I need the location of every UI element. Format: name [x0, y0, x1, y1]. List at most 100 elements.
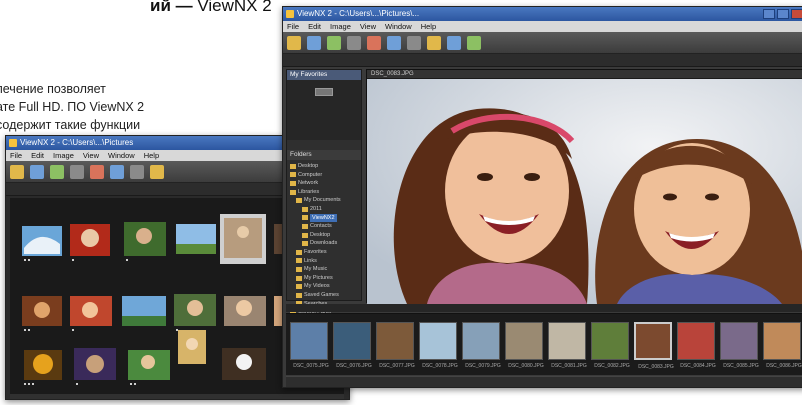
grid-thumb[interactable] — [124, 222, 166, 256]
status-bar — [10, 394, 344, 399]
filmstrip-thumb[interactable]: DSC_0078.JPG — [419, 322, 458, 369]
folder-tree-item[interactable]: Desktop — [290, 231, 361, 240]
folder-tree-item[interactable]: ViewNX2 — [290, 213, 361, 223]
close-button[interactable] — [791, 9, 802, 19]
image-viewer-window: ViewNX 2 - C:\Users\...\Pictures\... Fil… — [282, 6, 802, 388]
folder-tree-item[interactable]: 2011 — [290, 205, 361, 214]
grid-thumb[interactable] — [24, 350, 62, 380]
grid-thumb[interactable] — [122, 296, 166, 326]
menu-image[interactable]: Image — [330, 21, 351, 32]
folder-tree-item[interactable]: My Videos — [290, 282, 361, 291]
menu-file[interactable]: File — [10, 150, 22, 161]
grid-thumb[interactable] — [22, 296, 62, 326]
grid-thumb[interactable] — [174, 294, 216, 326]
folder-tree-item[interactable]: Favorites — [290, 248, 361, 257]
filmstrip-thumb[interactable]: DSC_0082.JPG — [591, 322, 630, 369]
camera-icon[interactable] — [307, 35, 321, 50]
view-tabs[interactable] — [283, 54, 802, 67]
print-icon[interactable] — [90, 164, 104, 179]
folder-tree-item[interactable]: My Documents — [290, 196, 361, 205]
folder-icon — [296, 284, 302, 290]
folder-icon[interactable] — [10, 164, 24, 179]
menu-help[interactable]: Help — [144, 150, 159, 161]
filmstrip-thumb-caption: DSC_0085.JPG — [723, 363, 759, 369]
map-icon[interactable] — [427, 35, 441, 50]
grid-thumb[interactable] — [224, 296, 266, 326]
upload-icon[interactable] — [130, 164, 144, 179]
folder-tree-item[interactable]: Libraries — [290, 188, 361, 197]
edit-icon[interactable] — [327, 35, 341, 50]
menu-image[interactable]: Image — [53, 150, 74, 161]
folder-tree-item[interactable]: Desktop — [290, 162, 361, 171]
folder-icon — [302, 232, 308, 238]
minimize-button[interactable] — [763, 9, 775, 19]
movie-icon[interactable] — [447, 35, 461, 50]
menu-window[interactable]: Window — [108, 150, 135, 161]
menu-help[interactable]: Help — [421, 21, 436, 32]
viewnx-app-icon — [286, 10, 294, 18]
folder-icon — [296, 292, 302, 298]
filmstrip-thumb[interactable]: DSC_0081.JPG — [548, 322, 587, 369]
filmstrip-thumb[interactable]: DSC_0084.JPG — [677, 322, 716, 369]
filmstrip-thumb[interactable]: DSC_0076.JPG — [333, 322, 372, 369]
filmstrip-thumb[interactable]: DSC_0077.JPG — [376, 322, 415, 369]
folder-tree-item[interactable]: Contacts — [290, 222, 361, 231]
grid-thumb[interactable] — [70, 224, 110, 256]
filmstrip-thumb-caption: DSC_0077.JPG — [379, 363, 415, 369]
brochure-heading: ий — ViewNX 2 — [150, 0, 272, 16]
menu-view[interactable]: View — [360, 21, 376, 32]
grid-thumb[interactable] — [128, 350, 170, 380]
filmstrip-thumb[interactable]: DSC_0086.JPG — [763, 322, 802, 369]
folder-tree-item[interactable]: Saved Games — [290, 291, 361, 300]
title-bar[interactable]: ViewNX 2 - C:\Users\...\Pictures\... — [283, 7, 802, 21]
filmstrip-thumb-caption: DSC_0083.JPG — [638, 364, 674, 370]
rotate-icon[interactable] — [347, 35, 361, 50]
folder-tree-item[interactable]: My Music — [290, 265, 361, 274]
camera-icon[interactable] — [30, 164, 44, 179]
grid-thumb[interactable] — [70, 296, 112, 326]
folder-icon[interactable] — [287, 35, 301, 50]
grid-thumb[interactable] — [22, 226, 62, 256]
mail-icon[interactable] — [387, 35, 401, 50]
folder-tree-item[interactable]: Links — [290, 257, 361, 266]
print-icon[interactable] — [367, 35, 381, 50]
viewnx-app-icon — [9, 139, 17, 147]
folder-icon — [296, 258, 302, 264]
maximize-button[interactable] — [777, 9, 789, 19]
add-favorite-button[interactable] — [315, 88, 333, 96]
grid-thumb-selected[interactable] — [220, 214, 266, 264]
map-icon[interactable] — [150, 164, 164, 179]
menu-file[interactable]: File — [287, 21, 299, 32]
menu-window[interactable]: Window — [385, 21, 412, 32]
grid-thumb[interactable] — [176, 224, 216, 254]
mail-icon[interactable] — [110, 164, 124, 179]
folder-tree-item[interactable]: My Pictures — [290, 274, 361, 283]
menu-edit[interactable]: Edit — [31, 150, 44, 161]
folder-tree-label: Saved Games — [304, 291, 339, 298]
filmstrip-thumb[interactable]: DSC_0075.JPG — [290, 322, 329, 369]
folder-icon — [290, 163, 296, 169]
filmstrip-thumb[interactable]: DSC_0083.JPG — [634, 322, 674, 370]
rotate-icon[interactable] — [70, 164, 84, 179]
grid-thumb[interactable] — [178, 330, 206, 364]
folder-tree-item[interactable]: Downloads — [290, 239, 361, 248]
filmstrip-thumb-caption: DSC_0075.JPG — [293, 363, 329, 369]
filmstrip-thumb[interactable]: DSC_0080.JPG — [505, 322, 544, 369]
folder-icon — [296, 198, 302, 204]
folder-icon — [296, 266, 302, 272]
filmstrip-thumb[interactable]: DSC_0079.JPG — [462, 322, 501, 369]
filmstrip-thumb[interactable]: DSC_0085.JPG — [720, 322, 759, 369]
grid-thumb[interactable] — [222, 348, 266, 380]
share-icon[interactable] — [467, 35, 481, 50]
upload-icon[interactable] — [407, 35, 421, 50]
folder-icon — [290, 172, 296, 178]
folder-tree-item[interactable]: Computer — [290, 171, 361, 180]
menu-view[interactable]: View — [83, 150, 99, 161]
grid-thumb[interactable] — [74, 348, 116, 380]
menu-edit[interactable]: Edit — [308, 21, 321, 32]
folder-tree-item[interactable]: Network — [290, 179, 361, 188]
favorites-header[interactable]: My Favorites — [287, 70, 361, 80]
heading-rest: ViewNX 2 — [192, 0, 272, 15]
main-photo[interactable] — [367, 79, 802, 304]
edit-icon[interactable] — [50, 164, 64, 179]
